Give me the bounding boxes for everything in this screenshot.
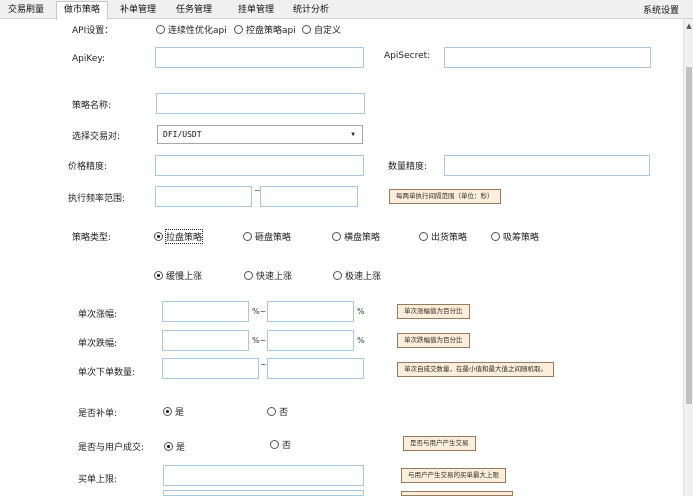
tab-bar: 交易刷量 做市策略 补单管理 任务管理 挂单管理 统计分析 系统设置 (0, 0, 693, 20)
radio-icon (270, 440, 279, 449)
price-precision-input[interactable] (155, 155, 364, 176)
single-fall-separator: %~ (252, 336, 267, 345)
api-secret-input[interactable] (444, 47, 651, 68)
strategy-type-label: 策略类型: (72, 233, 112, 243)
radio-icon (333, 271, 342, 280)
price-precision-label: 价格精度: (68, 162, 108, 172)
strategy-type-sideways[interactable]: 横盘策略 (332, 230, 380, 243)
strategy-name-input[interactable] (156, 93, 365, 114)
single-rise-label: 单次涨幅: (78, 310, 118, 320)
fill-order-label: 是否补单: (78, 409, 118, 419)
order-qty-separator: ~ (260, 360, 267, 369)
single-rise-note: 单次涨幅值为百分比 (397, 304, 470, 319)
radio-icon (267, 407, 276, 416)
radio-icon (302, 25, 311, 34)
strategy-type-accumulation[interactable]: 吸筹策略 (491, 230, 539, 243)
single-fall-min-input[interactable] (162, 330, 249, 351)
frequency-range-label: 执行频率范围: (68, 194, 126, 204)
pair-label: 选择交易对: (72, 132, 121, 142)
order-qty-label: 单次下单数量: (78, 368, 136, 378)
order-qty-note: 单次自成交数量，在最小值和最大值之间随机取。 (397, 362, 554, 377)
scroll-thumb[interactable] (686, 67, 692, 404)
strategy-type-pump[interactable]: 拉盘策略 (154, 229, 204, 244)
frequency-range-note: 每两单执行间隔范围（单位：秒） (389, 189, 501, 204)
tab-fill-orders[interactable]: 补单管理 (112, 2, 164, 19)
rise-mode-fast[interactable]: 快速上涨 (244, 269, 292, 282)
qty-precision-label: 数量精度: (388, 162, 428, 172)
single-fall-unit: % (357, 336, 365, 345)
buy-limit-label: 买单上限: (78, 475, 118, 485)
tab-order-management[interactable]: 挂单管理 (228, 2, 284, 19)
user-trade-no[interactable]: 否 (270, 438, 291, 451)
single-rise-max-input[interactable] (267, 301, 354, 322)
frequency-min-input[interactable] (155, 186, 252, 207)
api-option-optimized[interactable]: 连续性优化api (156, 23, 227, 36)
single-fall-note: 单次跌幅值为百分比 (397, 333, 470, 348)
tab-trade-volume[interactable]: 交易刷量 (0, 2, 52, 19)
radio-icon (419, 232, 428, 241)
single-rise-min-input[interactable] (162, 301, 249, 322)
next-input-partial[interactable] (163, 490, 364, 496)
radio-icon (156, 25, 165, 34)
order-qty-max-input[interactable] (267, 358, 364, 379)
single-rise-unit: % (357, 307, 365, 316)
fill-order-yes[interactable]: 是 (163, 405, 184, 418)
radio-icon (164, 442, 173, 451)
radio-icon (154, 232, 163, 241)
api-key-input[interactable] (155, 47, 364, 68)
user-trade-label: 是否与用户成交: (78, 443, 145, 453)
tab-task-management[interactable]: 任务管理 (168, 2, 220, 19)
vertical-scrollbar[interactable]: ▲ (683, 19, 693, 496)
chevron-down-icon: ▼ (351, 131, 355, 138)
api-settings-label: API设置： (72, 26, 114, 36)
radio-icon (244, 271, 253, 280)
radio-icon (154, 271, 163, 280)
scroll-up-icon[interactable]: ▲ (685, 22, 693, 30)
rise-mode-slow[interactable]: 缓慢上涨 (154, 269, 202, 282)
next-note-partial (401, 491, 513, 496)
strategy-type-dump[interactable]: 砸盘策略 (243, 230, 291, 243)
api-option-control[interactable]: 控盘策略api (234, 23, 296, 36)
order-qty-min-input[interactable] (162, 358, 259, 379)
api-secret-label: ApiSecret: (384, 51, 431, 61)
single-fall-max-input[interactable] (267, 330, 354, 351)
radio-icon (163, 407, 172, 416)
frequency-max-input[interactable] (260, 186, 358, 207)
strategy-type-distribution[interactable]: 出货策略 (419, 230, 467, 243)
radio-icon (243, 232, 252, 241)
api-option-custom[interactable]: 自定义 (302, 23, 341, 36)
buy-limit-note: 与用户产生交易的买单最大上限 (401, 468, 506, 483)
radio-icon (332, 232, 341, 241)
radio-icon (491, 232, 500, 241)
radio-icon (234, 25, 243, 34)
tab-market-making[interactable]: 做市策略 (56, 1, 108, 20)
system-settings-link[interactable]: 系统设置 (643, 3, 679, 16)
single-fall-label: 单次跌幅: (78, 339, 118, 349)
pair-select[interactable]: DFI/USDT ▼ (157, 125, 363, 144)
api-key-label: ApiKey: (72, 54, 106, 64)
buy-limit-input[interactable] (163, 465, 364, 486)
user-trade-yes[interactable]: 是 (164, 440, 185, 453)
qty-precision-input[interactable] (444, 155, 650, 176)
tab-statistics[interactable]: 统计分析 (285, 2, 337, 19)
user-trade-note: 是否与用户产生交易 (403, 436, 476, 451)
strategy-name-label: 策略名称: (72, 101, 112, 111)
rise-mode-extreme[interactable]: 极速上涨 (333, 269, 381, 282)
fill-order-no[interactable]: 否 (267, 405, 288, 418)
single-rise-separator: %~ (252, 307, 267, 316)
